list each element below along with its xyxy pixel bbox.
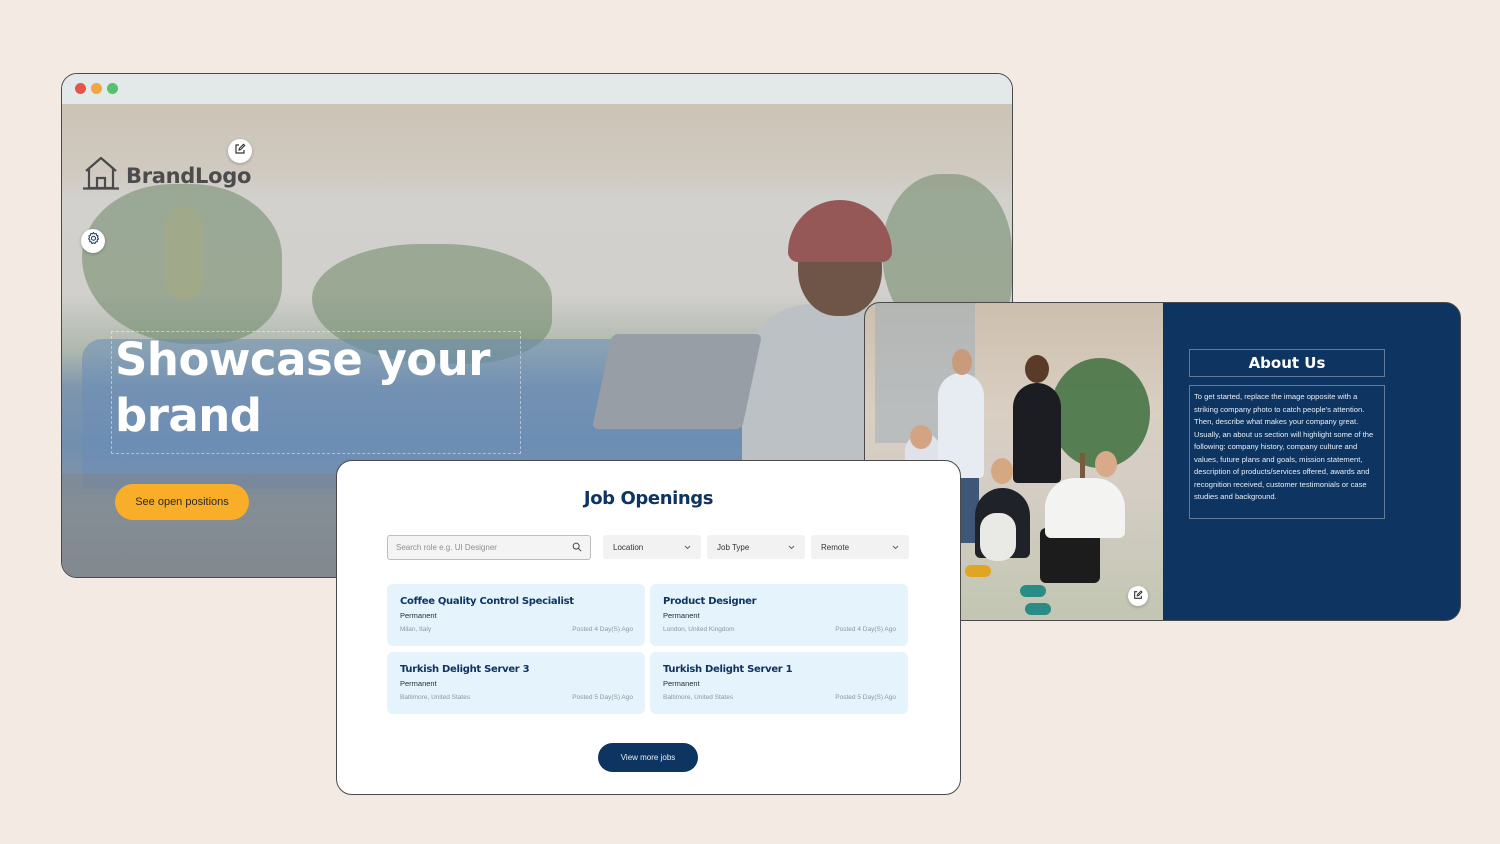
job-type: Permanent xyxy=(663,611,700,620)
job-type: Permanent xyxy=(400,611,437,620)
job-location: Baltimore, United States xyxy=(663,694,734,701)
jobs-window: Job Openings Location Job Type Remote Co… xyxy=(336,460,961,795)
chevron-down-icon xyxy=(684,543,691,552)
about-title[interactable]: About Us xyxy=(1189,349,1385,377)
job-posted: Posted 5 Day(S) Ago xyxy=(572,694,633,701)
person-shape xyxy=(910,425,932,449)
about-panel: About Us To get started, replace the ima… xyxy=(1163,303,1460,620)
job-title: Turkish Delight Server 3 xyxy=(400,664,530,675)
hero-title: Showcase your brand xyxy=(115,333,490,442)
job-posted: Posted 5 Day(S) Ago xyxy=(835,694,896,701)
edit-icon xyxy=(1133,587,1143,605)
job-type: Permanent xyxy=(663,679,700,688)
shoe-shape xyxy=(1020,585,1046,597)
view-more-jobs-button[interactable]: View more jobs xyxy=(598,743,698,772)
person-shape xyxy=(952,349,972,375)
window-titlebar xyxy=(62,74,1012,104)
job-title: Coffee Quality Control Specialist xyxy=(400,596,574,607)
job-type-filter-label: Job Type xyxy=(717,542,750,552)
chevron-down-icon xyxy=(892,543,899,552)
search-field[interactable] xyxy=(387,535,591,560)
remote-filter[interactable]: Remote xyxy=(811,535,909,559)
job-card[interactable]: Coffee Quality Control Specialist Perman… xyxy=(387,584,645,646)
see-open-positions-button[interactable]: See open positions xyxy=(115,484,249,520)
job-posted: Posted 4 Day(S) Ago xyxy=(572,626,633,633)
job-location: Baltimore, United States xyxy=(400,694,471,701)
brand-logo[interactable]: BrandLogo xyxy=(82,156,251,195)
job-location: Milan, Italy xyxy=(400,626,432,633)
about-body[interactable]: To get started, replace the image opposi… xyxy=(1189,385,1385,519)
gear-icon xyxy=(86,231,101,251)
chevron-down-icon xyxy=(788,543,795,552)
remote-filter-label: Remote xyxy=(821,542,850,552)
job-card[interactable]: Turkish Delight Server 3 Permanent Balti… xyxy=(387,652,645,714)
edit-photo-button[interactable] xyxy=(1128,586,1148,606)
job-posted: Posted 4 Day(S) Ago xyxy=(835,626,896,633)
job-card[interactable]: Product Designer Permanent London, Unite… xyxy=(650,584,908,646)
dog-shape xyxy=(980,513,1016,561)
job-type: Permanent xyxy=(400,679,437,688)
search-icon[interactable] xyxy=(572,542,582,554)
person-shape xyxy=(1013,383,1061,483)
job-card[interactable]: Turkish Delight Server 1 Permanent Balti… xyxy=(650,652,908,714)
house-icon xyxy=(82,156,120,195)
edit-logo-button[interactable] xyxy=(228,139,252,163)
shoe-shape xyxy=(965,565,991,577)
person-shape xyxy=(991,458,1013,484)
search-input[interactable] xyxy=(396,543,572,552)
job-type-filter[interactable]: Job Type xyxy=(707,535,805,559)
maximize-window-button[interactable] xyxy=(107,83,118,94)
person-shape xyxy=(1025,355,1049,383)
location-filter[interactable]: Location xyxy=(603,535,701,559)
jobs-title: Job Openings xyxy=(583,488,714,509)
person-shape xyxy=(1045,478,1125,538)
minimize-window-button[interactable] xyxy=(91,83,102,94)
job-title: Product Designer xyxy=(663,596,757,607)
brand-name: BrandLogo xyxy=(126,163,252,188)
location-filter-label: Location xyxy=(613,542,644,552)
edit-icon xyxy=(234,142,246,160)
job-location: London, United Kingdom xyxy=(663,626,735,633)
close-window-button[interactable] xyxy=(75,83,86,94)
settings-button[interactable] xyxy=(81,229,105,253)
person-shape xyxy=(1095,451,1117,477)
job-title: Turkish Delight Server 1 xyxy=(663,664,793,675)
shoe-shape xyxy=(1025,603,1051,615)
